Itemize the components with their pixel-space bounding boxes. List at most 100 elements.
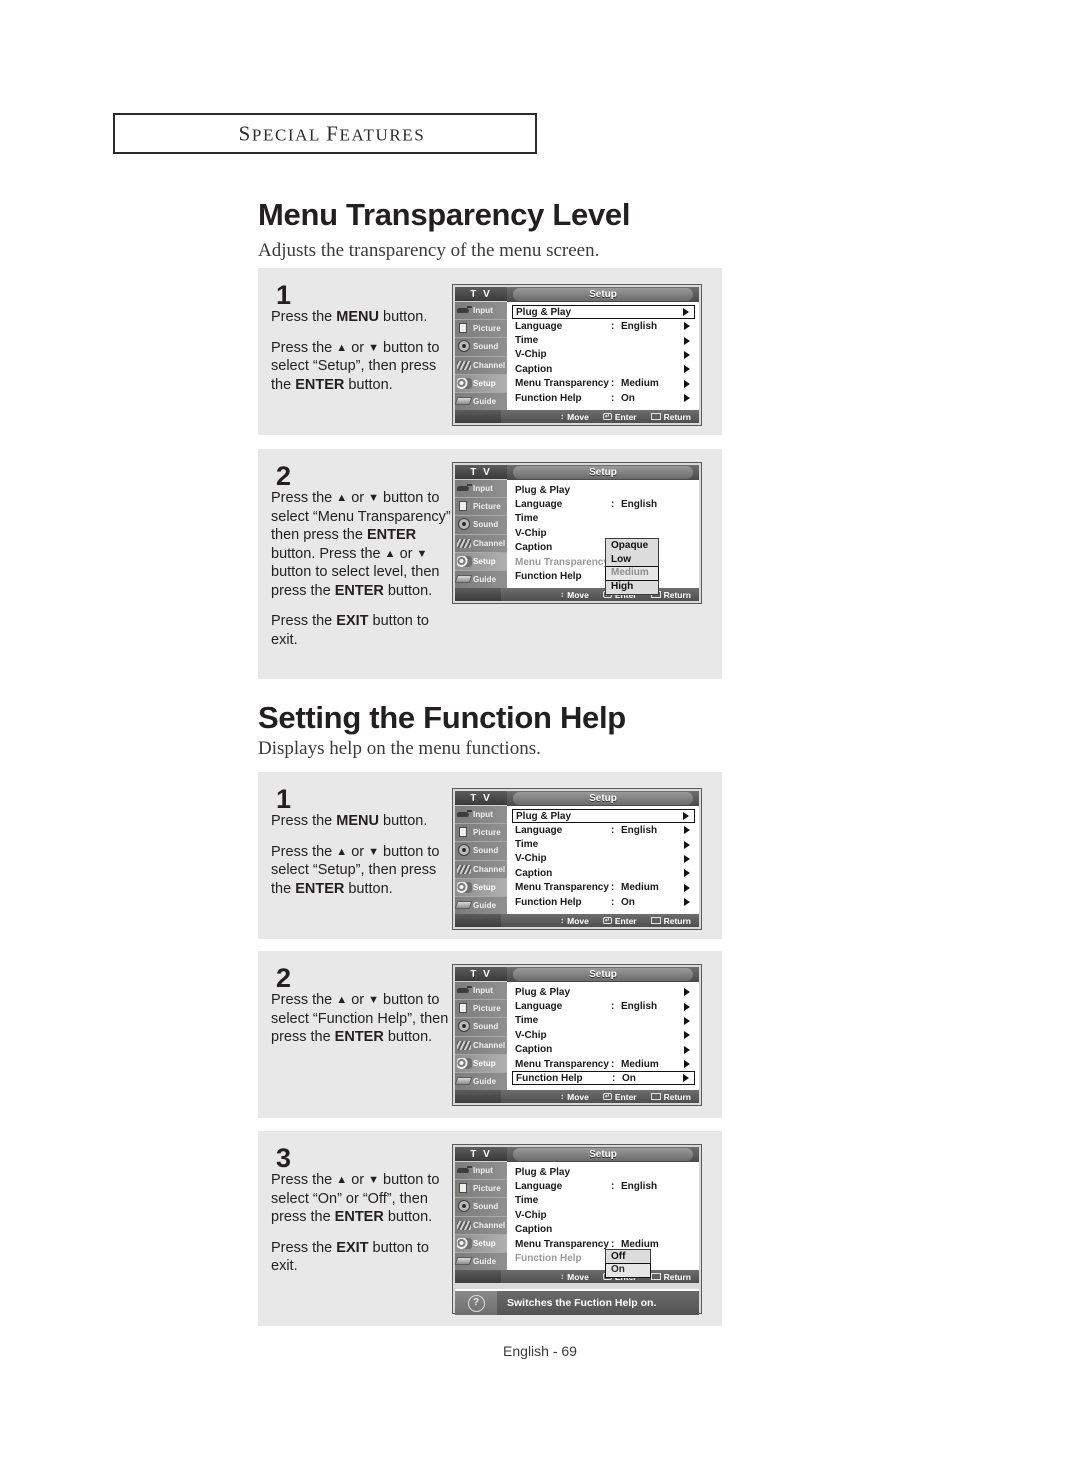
return-key-icon	[650, 1093, 661, 1100]
sidebar-item-sound[interactable]: Sound	[455, 516, 507, 535]
menu-row-vchip[interactable]: V-Chip	[512, 1028, 695, 1042]
menu-row-caption[interactable]: Caption	[512, 541, 695, 555]
menu-row-menu-transparency[interactable]: Menu Transparency: Medium	[512, 1237, 695, 1251]
sidebar-item-setup[interactable]: Setup	[455, 1054, 507, 1073]
menu-row-plug-play[interactable]: Plug & Play	[512, 1165, 695, 1179]
sidebar-item-setup[interactable]: Setup	[455, 878, 507, 897]
osd-hint-bar: ↕Move ↵Enter Return	[455, 914, 699, 927]
menu-row-plug-play[interactable]: Plug & Play	[512, 305, 695, 319]
menu-row-vchip[interactable]: V-Chip	[512, 852, 695, 866]
option-on[interactable]: On	[605, 1263, 651, 1278]
menu-row-vchip[interactable]: V-Chip	[512, 526, 695, 540]
sidebar-item-picture[interactable]: Picture	[455, 1000, 507, 1019]
option-opaque[interactable]: Opaque	[606, 539, 658, 553]
option-low[interactable]: Low	[606, 553, 658, 567]
up-arrow-icon: ▲	[384, 547, 396, 560]
menu-row-language[interactable]: Language: English	[512, 497, 695, 511]
menu-row-menu-transparency[interactable]: Menu Transparency:	[512, 555, 695, 569]
menu-row-time[interactable]: Time	[512, 837, 695, 851]
sidebar-item-guide[interactable]: Guide	[455, 897, 507, 914]
function-help-options-popup[interactable]: Off On	[605, 1249, 651, 1278]
menu-row-time[interactable]: Time	[512, 333, 695, 347]
down-arrow-icon: ▼	[416, 547, 428, 560]
menu-row-time[interactable]: Time	[512, 1014, 695, 1028]
chevron-right-icon	[684, 1045, 690, 1054]
sidebar-item-channel[interactable]: Channel	[455, 1217, 507, 1235]
channel-icon	[456, 359, 473, 372]
menu-row-function-help[interactable]: Function Help: On	[512, 391, 695, 405]
sidebar-item-sound[interactable]: Sound	[455, 338, 507, 357]
menu-row-menu-transparency[interactable]: Menu Transparency: Medium	[512, 881, 695, 895]
section-1-title: Menu Transparency Level	[258, 197, 631, 232]
osd-hint-nub	[455, 914, 501, 927]
running-head: SPECIAL FEATURES	[113, 113, 537, 154]
sidebar-item-picture[interactable]: Picture	[455, 824, 507, 843]
down-arrow-icon: ▼	[368, 994, 380, 1006]
sidebar-item-picture[interactable]: Picture	[455, 320, 507, 339]
sidebar-item-guide[interactable]: Guide	[455, 1073, 507, 1090]
menu-row-function-help[interactable]: Function Help: On	[512, 895, 695, 909]
osd-sidebar: Input Picture Sound Channel Setup Guide	[455, 480, 507, 588]
sidebar-item-input[interactable]: Input	[455, 480, 507, 499]
sidebar-item-input[interactable]: Input	[455, 1162, 507, 1181]
menu-row-time[interactable]: Time	[512, 1194, 695, 1208]
menu-row-menu-transparency[interactable]: Menu Transparency: Medium	[512, 377, 695, 391]
updown-arrows-icon: ↕	[560, 589, 565, 599]
sidebar-item-setup[interactable]: Setup	[455, 552, 507, 571]
menu-row-caption[interactable]: Caption	[512, 362, 695, 376]
step-number: 2	[276, 461, 292, 491]
osd-hint-bar: ↕Move ↵Enter Return	[455, 1270, 699, 1283]
osd-hint-bar: ↕Move ↵Enter Return	[455, 588, 699, 601]
sidebar-item-sound[interactable]: Sound	[455, 1198, 507, 1217]
menu-row-caption[interactable]: Caption	[512, 1043, 695, 1057]
updown-arrows-icon: ↕	[560, 411, 565, 421]
menu-row-vchip[interactable]: V-Chip	[512, 1208, 695, 1222]
osd-title: Setup	[589, 793, 617, 804]
menu-row-vchip[interactable]: V-Chip	[512, 348, 695, 362]
sidebar-item-input[interactable]: Input	[455, 302, 507, 321]
transparency-options-popup[interactable]: Opaque Low Medium High	[605, 538, 659, 595]
sidebar-item-sound[interactable]: Sound	[455, 1018, 507, 1037]
down-arrow-icon: ▼	[368, 492, 380, 504]
osd-tv-label: T V	[455, 287, 507, 302]
menu-row-plug-play[interactable]: Plug & Play	[512, 483, 695, 497]
sidebar-item-guide[interactable]: Guide	[455, 571, 507, 588]
menu-row-plug-play[interactable]: Plug & Play	[512, 809, 695, 823]
sidebar-item-channel[interactable]: Channel	[455, 535, 507, 553]
sidebar-item-input[interactable]: Input	[455, 806, 507, 825]
menu-row-function-help[interactable]: Function Help:	[512, 569, 695, 583]
option-high[interactable]: High	[606, 580, 658, 594]
sidebar-item-channel[interactable]: Channel	[455, 861, 507, 879]
sidebar-item-channel[interactable]: Channel	[455, 357, 507, 375]
menu-row-time[interactable]: Time	[512, 512, 695, 526]
input-icon	[456, 1164, 473, 1177]
menu-row-plug-play[interactable]: Plug & Play	[512, 985, 695, 999]
menu-row-function-help[interactable]: Function Help: On	[512, 1071, 695, 1086]
menu-row-function-help[interactable]: Function Help:	[512, 1251, 695, 1265]
option-medium[interactable]: Medium	[605, 566, 659, 581]
menu-row-language[interactable]: Language: English	[512, 1179, 695, 1193]
sidebar-item-setup[interactable]: Setup	[455, 1234, 507, 1253]
osd-hint-nub	[455, 410, 501, 423]
option-off[interactable]: Off	[606, 1250, 650, 1264]
sidebar-item-picture[interactable]: Picture	[455, 498, 507, 517]
sidebar-item-setup[interactable]: Setup	[455, 374, 507, 393]
menu-row-language[interactable]: Language: English	[512, 823, 695, 837]
menu-row-language[interactable]: Language: English	[512, 319, 695, 333]
sidebar-item-guide[interactable]: Guide	[455, 393, 507, 410]
sidebar-item-channel[interactable]: Channel	[455, 1037, 507, 1055]
menu-row-language[interactable]: Language: English	[512, 999, 695, 1013]
osd-title: Setup	[589, 1149, 617, 1160]
sidebar-item-sound[interactable]: Sound	[455, 842, 507, 861]
osd-hint-nub	[455, 1090, 501, 1103]
sidebar-item-input[interactable]: Input	[455, 982, 507, 1001]
menu-row-menu-transparency[interactable]: Menu Transparency: Medium	[512, 1057, 695, 1071]
sidebar-item-guide[interactable]: Guide	[455, 1253, 507, 1270]
osd-menu-list: Plug & Play Language: English Time V-Chip…	[507, 1162, 699, 1278]
input-icon	[456, 304, 473, 317]
menu-row-caption[interactable]: Caption	[512, 866, 695, 880]
sidebar-item-picture[interactable]: Picture	[455, 1180, 507, 1199]
chevron-right-icon	[684, 394, 690, 403]
menu-row-caption[interactable]: Caption	[512, 1223, 695, 1237]
